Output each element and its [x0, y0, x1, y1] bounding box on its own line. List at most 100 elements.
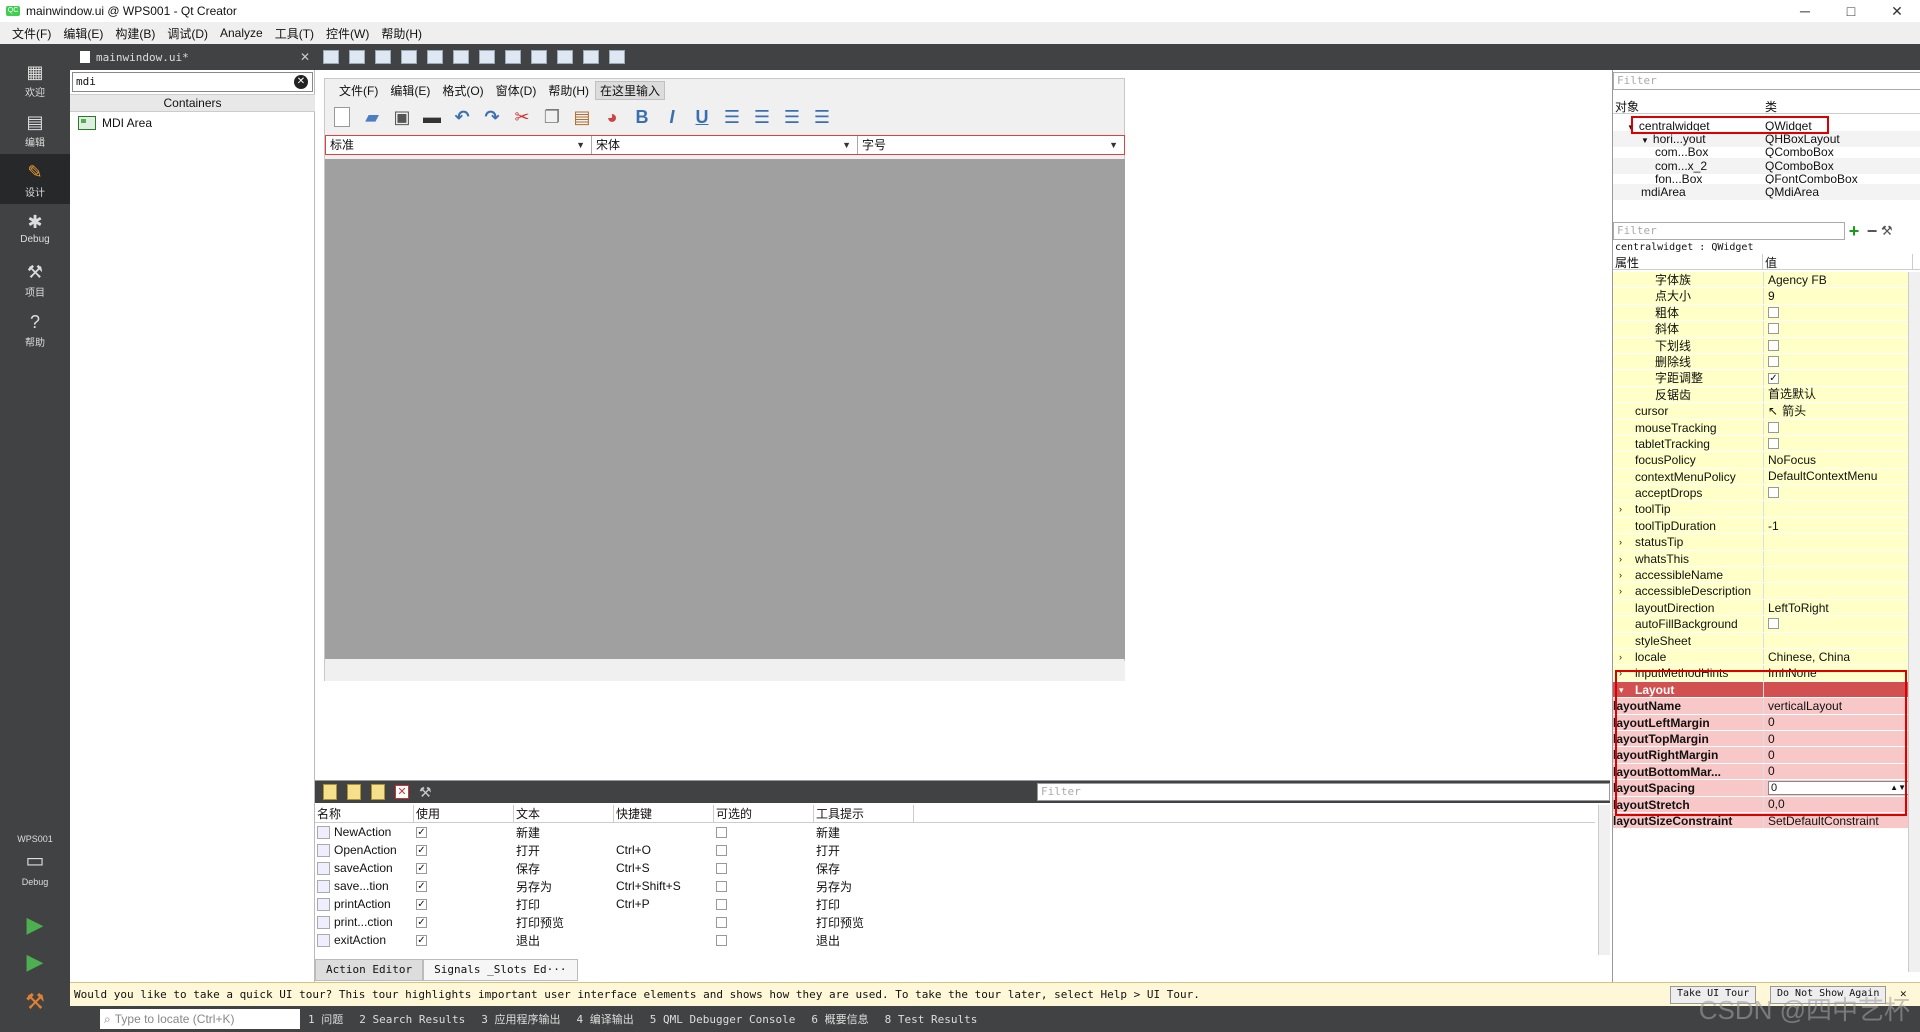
property-checkbox[interactable] [1768, 421, 1779, 433]
configure-icon[interactable]: ⚒ [1881, 223, 1893, 239]
property-row[interactable]: 字体族 Agency FB [1613, 272, 1909, 289]
close-button[interactable]: ✕ [1874, 3, 1920, 20]
color-icon[interactable]: ◕ [599, 105, 625, 129]
align-justify-icon[interactable]: ☰ [809, 105, 835, 129]
open-file-selector[interactable]: mainwindow.ui* [70, 51, 300, 64]
output-tab[interactable]: 2 Search Results [351, 1013, 473, 1026]
save-icon[interactable]: ▣ [389, 105, 415, 129]
property-row[interactable]: › locale Chinese, China [1613, 648, 1909, 666]
property-row[interactable]: mouseTracking [1613, 419, 1909, 436]
property-checkbox[interactable] [1768, 356, 1779, 368]
break-layout-icon[interactable] [583, 50, 600, 64]
form-menu-item[interactable]: 帮助(H) [542, 82, 595, 99]
property-row[interactable]: 反锯齿 首选默认 [1613, 386, 1909, 404]
used-checkbox[interactable]: ✓ [416, 934, 427, 946]
tab-action-editor[interactable]: Action Editor [315, 959, 424, 981]
table-row[interactable]: saveAction ✓ 保存 Ctrl+S 保存 [315, 859, 1595, 877]
output-tab[interactable]: 4 编译输出 [568, 1011, 641, 1027]
mode-help[interactable]: ? 帮助 [0, 304, 70, 354]
property-row[interactable]: layoutBottomMar... 0 [1613, 763, 1909, 781]
property-row[interactable]: 点大小 9 [1613, 288, 1909, 305]
expand-arrow-icon[interactable]: › [1619, 501, 1622, 516]
property-filter-input[interactable]: Filter [1613, 222, 1845, 240]
property-row[interactable]: focusPolicy NoFocus [1613, 452, 1909, 469]
menu-widgets[interactable]: 控件(W) [320, 25, 375, 42]
property-row[interactable]: › whatsThis [1613, 550, 1909, 568]
column-header[interactable]: 可选的 [714, 805, 814, 822]
menu-debug[interactable]: 调试(D) [161, 25, 214, 42]
cut-icon[interactable]: ✂ [509, 105, 535, 129]
layout-horizontal-icon[interactable] [427, 50, 444, 64]
expand-arrow-icon[interactable]: › [1619, 583, 1622, 598]
checkable-checkbox[interactable] [716, 898, 727, 910]
property-row[interactable]: › toolTip [1613, 501, 1909, 518]
add-property-icon[interactable]: + [1845, 221, 1863, 242]
property-row[interactable]: layoutDirection LeftToRight [1613, 599, 1909, 617]
expand-arrow-icon[interactable]: › [1619, 665, 1622, 680]
property-row[interactable]: toolTipDuration -1 [1613, 517, 1909, 535]
column-header[interactable]: 使用 [414, 805, 514, 822]
property-row[interactable]: layoutTopMargin 0 [1613, 730, 1909, 748]
align-left-icon[interactable]: ☰ [719, 105, 745, 129]
used-checkbox[interactable]: ✓ [416, 916, 427, 928]
output-tab[interactable]: 6 概要信息 [803, 1011, 876, 1027]
property-row[interactable]: 斜体 [1613, 321, 1909, 338]
form-menu-item[interactable]: 文件(F) [333, 82, 384, 99]
edit-signals-icon[interactable] [349, 50, 366, 64]
underline-icon[interactable]: U [689, 105, 715, 129]
remove-property-icon[interactable]: − [1863, 221, 1881, 242]
property-row[interactable]: 下划线 [1613, 337, 1909, 354]
expand-arrow-icon[interactable]: ▾ [1619, 682, 1624, 697]
bold-icon[interactable]: B [629, 105, 655, 129]
property-spinbox[interactable]: 0 ▲▼ [1768, 780, 1909, 795]
minimize-button[interactable]: ─ [1782, 3, 1828, 19]
form-menu-type-here[interactable]: 在这里输入 [595, 80, 666, 100]
menu-file[interactable]: 文件(F) [6, 25, 57, 42]
property-checkbox[interactable] [1768, 618, 1779, 630]
edit-buddies-icon[interactable] [375, 50, 392, 64]
mode-projects[interactable]: ⚒ 项目 [0, 254, 70, 304]
property-row[interactable]: layoutSizeConstraint SetDefaultConstraint [1613, 812, 1909, 830]
table-row[interactable]: exitAction ✓ 退出 退出 [315, 931, 1595, 949]
maximize-button[interactable]: □ [1828, 3, 1874, 19]
output-tab[interactable]: 3 应用程序输出 [473, 1011, 568, 1027]
column-header[interactable]: 值 [1763, 254, 1913, 270]
print-icon[interactable]: ▬ [419, 105, 445, 129]
used-checkbox[interactable]: ✓ [416, 844, 427, 856]
property-row[interactable]: 字距调整 ✓ [1613, 370, 1909, 387]
output-tab[interactable]: 1 问题 [300, 1011, 351, 1027]
property-row[interactable]: › statusTip [1613, 534, 1909, 551]
locator-input[interactable]: ⌕ Type to locate (Ctrl+K) [100, 1009, 300, 1029]
property-row[interactable]: layoutName verticalLayout [1613, 698, 1909, 715]
checkable-checkbox[interactable] [716, 844, 727, 856]
used-checkbox[interactable]: ✓ [416, 880, 427, 892]
close-document-icon[interactable]: ✕ [300, 50, 310, 64]
property-row[interactable]: › accessibleDescription [1613, 583, 1909, 600]
column-header[interactable]: 对象 [1613, 98, 1763, 114]
property-row[interactable]: tabletTracking [1613, 435, 1909, 453]
property-row[interactable]: 删除线 [1613, 353, 1909, 371]
adjust-size-icon[interactable] [609, 50, 626, 64]
widget-item-mdi-area[interactable]: MDI Area [78, 116, 152, 130]
action-filter-input[interactable]: Filter [1037, 783, 1610, 801]
edit-tab-order-icon[interactable] [401, 50, 418, 64]
column-header[interactable]: 文本 [514, 805, 614, 822]
property-row[interactable]: › inputMethodHints ImhNone [1613, 665, 1909, 682]
used-checkbox[interactable]: ✓ [416, 898, 427, 910]
paste-action-icon[interactable] [371, 784, 385, 800]
tab-signals-slots[interactable]: Signals _Slots Ed··· [423, 959, 578, 981]
redo-icon[interactable]: ↷ [479, 105, 505, 129]
designed-form[interactable]: 文件(F) 编辑(E) 格式(O) 窗体(D) 帮助(H) 在这里输入 ▰ ▣ … [324, 78, 1125, 681]
property-row[interactable]: ▾ Layout [1613, 681, 1909, 699]
property-row[interactable]: cursor ↖ 箭头 [1613, 403, 1909, 420]
size-combo[interactable]: 字号 ▼ [858, 136, 1124, 154]
mode-edit[interactable]: ▤ 编辑 [0, 104, 70, 154]
style-combo[interactable]: 标准 ▼ [326, 136, 592, 154]
table-row[interactable]: print...ction ✓ 打印预览 打印预览 [315, 913, 1595, 931]
property-checkbox[interactable] [1768, 339, 1779, 351]
menu-build[interactable]: 构建(B) [109, 25, 161, 42]
menu-tools[interactable]: 工具(T) [269, 25, 320, 42]
property-row[interactable]: layoutRightMargin 0 [1613, 747, 1909, 764]
mode-debug[interactable]: ✱ Debug [0, 204, 70, 254]
build-hammer-icon[interactable]: ⚒ [0, 989, 70, 1015]
